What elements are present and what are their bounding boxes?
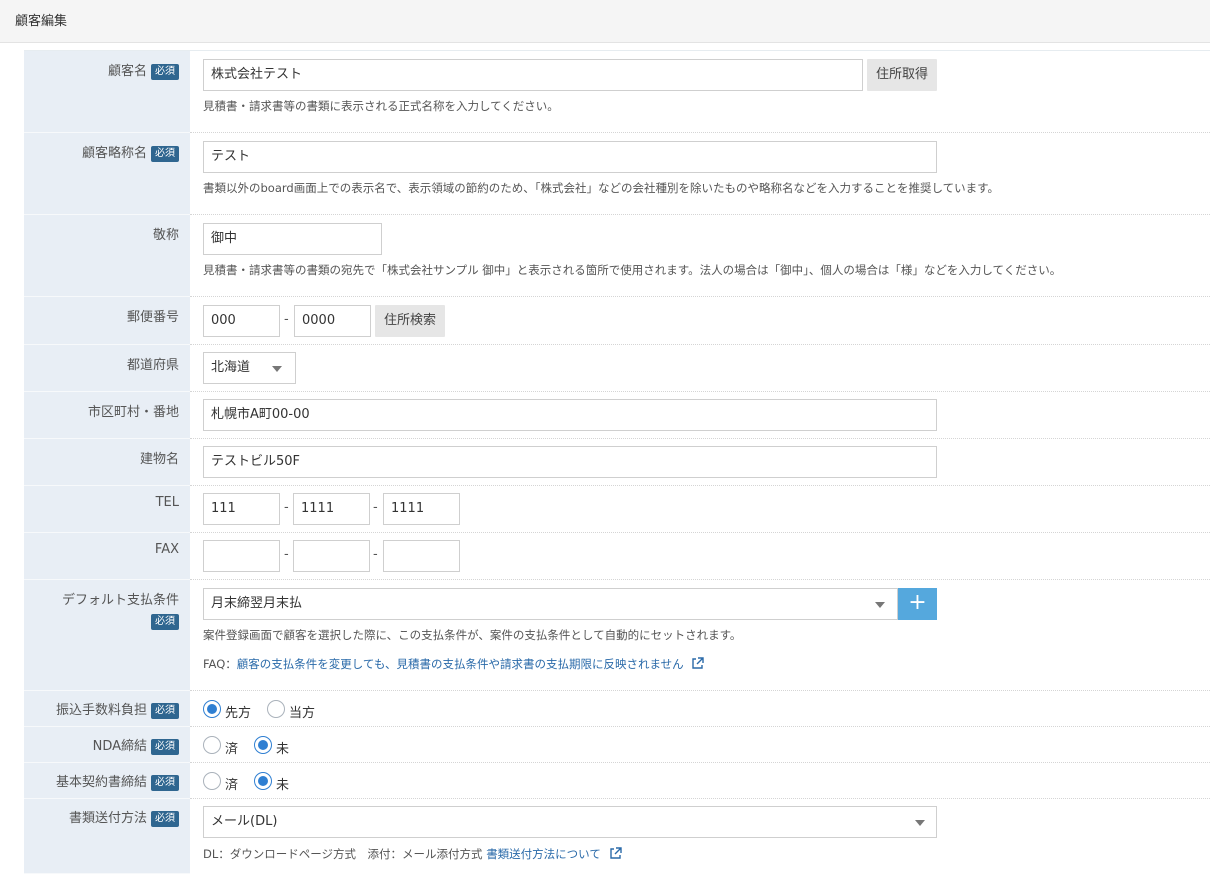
required-badge: 必須 bbox=[151, 64, 179, 80]
customer-name-hint: 見積書・請求書等の書類に表示される正式名称を入力してください。 bbox=[203, 99, 559, 113]
field-label: FAX bbox=[154, 542, 179, 557]
radio-label: 済 bbox=[225, 742, 239, 757]
honorific-input[interactable]: 御中 bbox=[203, 223, 382, 255]
row-basic-contract: 基本契約書締結 必須 済 未 bbox=[24, 763, 1210, 799]
row-customer-name: 顧客名 必須 株式会社テスト 住所取得 見積書・請求書等の書類に表示される正式名称… bbox=[24, 51, 1210, 133]
customer-edit-form: 顧客名 必須 株式会社テスト 住所取得 見積書・請求書等の書類に表示される正式名称… bbox=[24, 50, 1210, 874]
field-label: NDA締結 必須 bbox=[93, 735, 179, 755]
external-link-icon bbox=[692, 657, 705, 669]
faq-prefix: FAQ： bbox=[203, 657, 237, 671]
page-header: 顧客編集 bbox=[0, 0, 1210, 43]
postal-code-part2-input[interactable]: 0000 bbox=[294, 305, 371, 337]
tel-part2-input[interactable]: 1111 bbox=[293, 493, 370, 525]
required-badge: 必須 bbox=[151, 146, 179, 162]
nda-radio-done[interactable] bbox=[203, 736, 221, 754]
page-title: 顧客編集 bbox=[15, 14, 68, 29]
chevron-down-icon bbox=[272, 366, 282, 372]
required-badge: 必須 bbox=[151, 614, 179, 630]
fax-separator: - bbox=[284, 547, 289, 562]
row-nda: NDA締結 必須 済 未 bbox=[24, 727, 1210, 763]
fax-part1-input[interactable] bbox=[203, 540, 280, 572]
row-payment-terms: デフォルト支払条件 必須 月末締翌月末払 + 案件登録画面で顧客を選択した際に、… bbox=[24, 580, 1210, 691]
chevron-down-icon bbox=[915, 820, 925, 826]
get-address-button[interactable]: 住所取得 bbox=[867, 59, 937, 91]
row-document-delivery: 書類送付方法 必須 メール(DL) DL：ダウンロードページ方式 添付：メール添付… bbox=[24, 799, 1210, 874]
radio-label: 未 bbox=[276, 742, 290, 757]
fax-part3-input[interactable] bbox=[383, 540, 460, 572]
postal-code-part1-input[interactable]: 000 bbox=[203, 305, 280, 337]
radio-label: 先方 bbox=[225, 706, 252, 721]
row-honorific: 敬称 御中 見積書・請求書等の書類の宛先で「株式会社サンプル 御中」と表示される… bbox=[24, 215, 1210, 297]
document-delivery-select[interactable]: メール(DL) bbox=[203, 806, 937, 838]
required-badge: 必須 bbox=[151, 739, 179, 755]
required-badge: 必須 bbox=[151, 703, 179, 719]
document-delivery-value: メール(DL) bbox=[211, 814, 278, 829]
row-fax: FAX - - bbox=[24, 533, 1210, 580]
row-transfer-fee: 振込手数料負担 必須 先方 当方 bbox=[24, 691, 1210, 727]
label-cell: 顧客名 必須 bbox=[24, 51, 190, 133]
document-delivery-hint: DL：ダウンロードページ方式 添付：メール添付方式 bbox=[203, 847, 483, 861]
external-link-icon bbox=[609, 847, 622, 859]
honorific-hint: 見積書・請求書等の書類の宛先で「株式会社サンプル 御中」と表示される箇所で使用さ… bbox=[203, 263, 1062, 277]
postal-separator: - bbox=[284, 312, 289, 327]
address-search-button[interactable]: 住所検索 bbox=[375, 305, 445, 337]
field-label: 顧客名 必須 bbox=[108, 60, 179, 80]
document-delivery-hint-line: DL：ダウンロードページ方式 添付：メール添付方式 書類送付方法について bbox=[203, 846, 622, 862]
field-label: 市区町村・番地 bbox=[87, 405, 179, 420]
customer-short-name-hint: 書類以外のboard画面上での表示名で、表示領域の節約のため、「株式会社」などの… bbox=[203, 181, 999, 195]
payment-terms-select[interactable]: 月末締翌月末払 bbox=[203, 588, 898, 620]
row-customer-short-name: 顧客略称名 必須 テスト 書類以外のboard画面上での表示名で、表示領域の節約の… bbox=[24, 133, 1210, 215]
tel-separator: - bbox=[284, 500, 289, 515]
tel-separator: - bbox=[373, 500, 378, 515]
required-badge: 必須 bbox=[151, 811, 179, 827]
payment-terms-hint: 案件登録画面で顧客を選択した際に、この支払条件が、案件の支払条件として自動的にセ… bbox=[203, 628, 742, 642]
transfer-fee-radio-self[interactable] bbox=[267, 700, 285, 718]
row-tel: TEL 111 - 1111 - 1111 bbox=[24, 486, 1210, 533]
faq-link[interactable]: 顧客の支払条件を変更しても、見積書の支払条件や請求書の支払期限に反映されません bbox=[237, 657, 684, 671]
fax-part2-input[interactable] bbox=[293, 540, 370, 572]
city-input[interactable]: 札幌市A町00-00 bbox=[203, 399, 937, 431]
radio-label: 済 bbox=[225, 778, 239, 793]
tel-part1-input[interactable]: 111 bbox=[203, 493, 280, 525]
field-label: デフォルト支払条件 bbox=[61, 593, 179, 608]
customer-short-name-input[interactable]: テスト bbox=[203, 141, 937, 173]
contract-radio-done[interactable] bbox=[203, 772, 221, 790]
field-label: 郵便番号 bbox=[126, 310, 179, 325]
row-prefecture: 都道府県 北海道 bbox=[24, 345, 1210, 392]
radio-label: 当方 bbox=[289, 706, 316, 721]
customer-name-input[interactable]: 株式会社テスト bbox=[203, 59, 863, 91]
field-label: 基本契約書締結 必須 bbox=[56, 771, 179, 791]
fax-separator: - bbox=[373, 547, 378, 562]
tel-part3-input[interactable]: 1111 bbox=[383, 493, 460, 525]
prefecture-value: 北海道 bbox=[211, 360, 251, 375]
radio-label: 未 bbox=[276, 778, 290, 793]
prefecture-select[interactable]: 北海道 bbox=[203, 352, 296, 384]
row-building: 建物名 テストビル50F bbox=[24, 439, 1210, 486]
field-label: 都道府県 bbox=[126, 358, 179, 373]
left-gutter bbox=[0, 43, 24, 871]
building-input[interactable]: テストビル50F bbox=[203, 446, 937, 478]
field-label: TEL bbox=[155, 495, 179, 510]
field-label: 振込手数料負担 必須 bbox=[56, 699, 179, 719]
contract-radio-not-done[interactable] bbox=[254, 772, 272, 790]
payment-terms-value: 月末締翌月末払 bbox=[211, 596, 303, 611]
faq-line: FAQ：顧客の支払条件を変更しても、見積書の支払条件や請求書の支払期限に反映され… bbox=[203, 656, 705, 672]
transfer-fee-radio-other[interactable] bbox=[203, 700, 221, 718]
field-label: 書類送付方法 必須 bbox=[69, 807, 179, 827]
nda-radio-not-done[interactable] bbox=[254, 736, 272, 754]
document-delivery-link[interactable]: 書類送付方法について bbox=[486, 847, 601, 861]
field-label: 顧客略称名 必須 bbox=[82, 142, 179, 162]
add-payment-terms-button[interactable]: + bbox=[898, 588, 937, 620]
chevron-down-icon bbox=[875, 602, 885, 608]
field-label: 建物名 bbox=[139, 452, 179, 467]
field-label: 敬称 bbox=[152, 228, 179, 243]
row-city: 市区町村・番地 札幌市A町00-00 bbox=[24, 392, 1210, 439]
row-postal-code: 郵便番号 000 - 0000 住所検索 bbox=[24, 297, 1210, 345]
required-badge: 必須 bbox=[151, 775, 179, 791]
